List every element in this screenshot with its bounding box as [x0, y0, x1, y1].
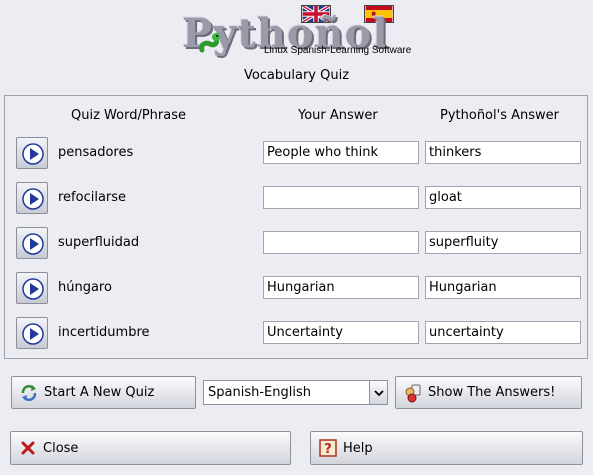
help-label: Help [343, 440, 373, 456]
quiz-row: superfluidad [0, 226, 593, 260]
quiz-row: refocilarse [0, 181, 593, 215]
help-icon: ? [317, 437, 339, 459]
play-icon [22, 143, 44, 165]
solution-field[interactable] [425, 231, 581, 254]
direction-select[interactable]: Spanish-English [203, 380, 388, 405]
show-answers-label: Show The Answers! [428, 385, 556, 400]
quiz-word: incertidumbre [58, 325, 150, 340]
column-header-answer: Your Answer [298, 108, 378, 123]
snake-icon [199, 33, 220, 53]
answers-icon [402, 382, 424, 404]
solution-field[interactable] [425, 276, 581, 299]
close-button[interactable]: Close [10, 431, 291, 465]
refresh-icon [18, 382, 40, 404]
page-title: Vocabulary Quiz [243, 68, 350, 83]
quiz-word: refocilarse [58, 190, 127, 205]
play-button[interactable] [16, 227, 48, 259]
quiz-word: superfluidad [58, 235, 140, 250]
quiz-word: pensadores [58, 145, 134, 160]
play-button[interactable] [16, 317, 48, 349]
answer-input[interactable] [263, 276, 419, 299]
answer-input[interactable] [263, 141, 419, 164]
column-header-solution: Pythoñol's Answer [440, 108, 559, 123]
column-header-word: Quiz Word/Phrase [71, 108, 186, 123]
start-new-quiz-button[interactable]: Start A New Quiz [11, 376, 196, 409]
quiz-row: pensadores [0, 136, 593, 170]
close-label: Close [43, 440, 79, 456]
quiz-row: húngaro [0, 271, 593, 305]
quiz-word: húngaro [58, 280, 112, 295]
play-icon [22, 323, 44, 345]
answer-input[interactable] [263, 321, 419, 344]
app-logo: Pythoñol Linux Spanish-Learning Software [180, 2, 412, 60]
direction-value: Spanish-English [208, 385, 311, 400]
play-icon [22, 233, 44, 255]
play-icon [22, 188, 44, 210]
start-new-quiz-label: Start A New Quiz [44, 385, 155, 400]
close-icon [17, 437, 39, 459]
solution-field[interactable] [425, 186, 581, 209]
solution-field[interactable] [425, 321, 581, 344]
show-answers-button[interactable]: Show The Answers! [395, 376, 582, 409]
help-button[interactable]: ? Help [310, 431, 583, 465]
answer-input[interactable] [263, 186, 419, 209]
play-button[interactable] [16, 137, 48, 169]
solution-field[interactable] [425, 141, 581, 164]
quiz-row: incertidumbre [0, 316, 593, 350]
svg-text:?: ? [324, 442, 332, 457]
chevron-down-icon[interactable] [369, 381, 387, 404]
logo-subtitle: Linux Spanish-Learning Software [264, 45, 412, 56]
play-icon [22, 278, 44, 300]
answer-input[interactable] [263, 231, 419, 254]
play-button[interactable] [16, 182, 48, 214]
play-button[interactable] [16, 272, 48, 304]
